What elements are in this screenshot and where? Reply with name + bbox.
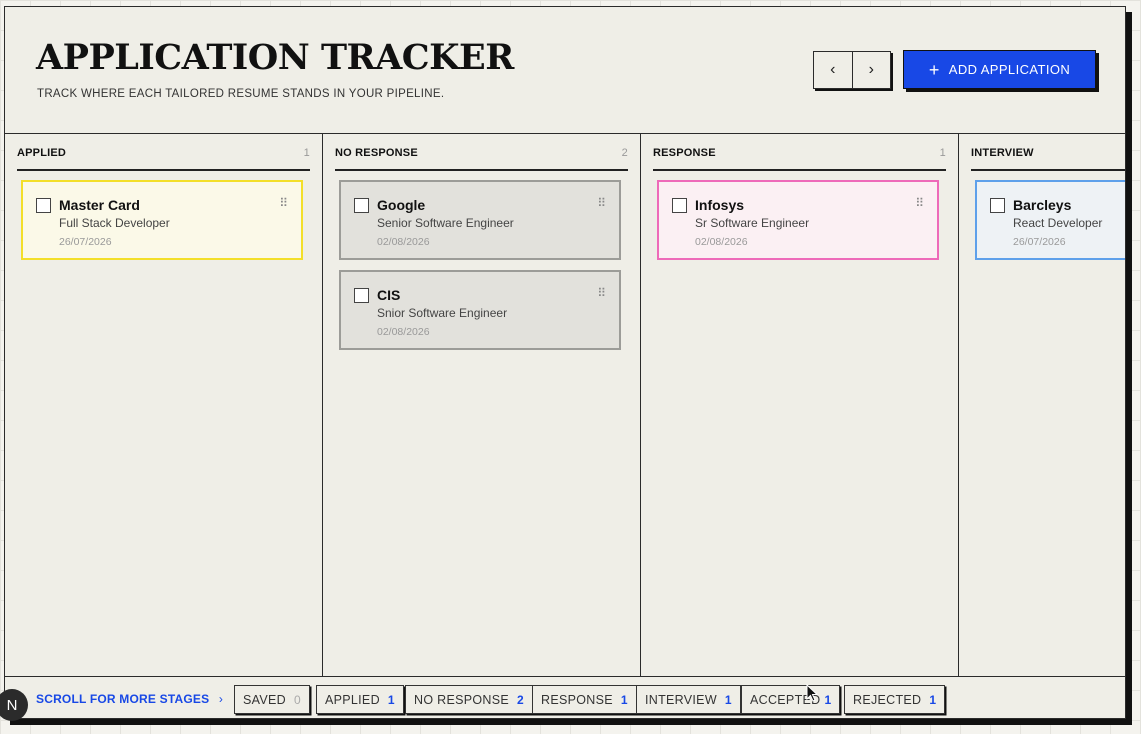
card-role: Sr Software Engineer (695, 216, 810, 230)
plus-icon: + (928, 59, 940, 80)
prev-stage-button[interactable]: ‹ (814, 52, 853, 88)
card-role: React Developer (1013, 216, 1103, 230)
application-card[interactable]: Barcleys React Developer 26/07/2026 ⠿ (975, 180, 1125, 260)
card-company: Infosys (695, 197, 745, 213)
stage-chip-applied[interactable]: APPLIED 1 (316, 685, 404, 714)
scroll-more-stages-link[interactable]: SCROLL FOR MORE STAGES › (36, 692, 223, 706)
select-checkbox[interactable] (354, 288, 369, 303)
drag-handle-icon[interactable]: ⠿ (597, 287, 606, 299)
chip-count: 2 (517, 692, 524, 707)
card-company: Google (377, 197, 426, 213)
select-checkbox[interactable] (672, 198, 687, 213)
chip-label: REJECTED (853, 692, 922, 707)
select-checkbox[interactable] (990, 198, 1005, 213)
column-count: 2 (621, 147, 628, 159)
column-response: RESPONSE 1 Infosys Sr Software Engineer … (641, 134, 959, 676)
column-count: 1 (939, 147, 946, 159)
stage-chip-rejected[interactable]: REJECTED 1 (844, 685, 946, 714)
select-checkbox[interactable] (36, 198, 51, 213)
card-date: 02/08/2026 (377, 236, 430, 248)
add-application-button[interactable]: + ADD APPLICATION (903, 50, 1096, 89)
page-header: APPLICATION TRACKER TRACK WHERE EACH TAI… (5, 7, 1125, 134)
card-date: 02/08/2026 (377, 326, 430, 338)
card-role: Senior Software Engineer (377, 216, 514, 230)
chip-label: SAVED (243, 692, 286, 707)
kanban-board: APPLIED 1 Master Card Full Stack Develop… (5, 134, 1125, 676)
stage-footer: SCROLL FOR MORE STAGES › SAVED 0 APPLIED… (5, 676, 1125, 718)
chip-count: 1 (724, 692, 732, 707)
chip-count: 0 (293, 692, 301, 707)
app-frame: APPLICATION TRACKER TRACK WHERE EACH TAI… (4, 6, 1126, 719)
chip-label: RESPONSE (541, 692, 613, 707)
next-stage-button[interactable]: › (853, 52, 891, 88)
drag-handle-icon[interactable]: ⠿ (597, 197, 606, 209)
card-company: Barcleys (1013, 197, 1072, 213)
page-subtitle: TRACK WHERE EACH TAILORED RESUME STANDS … (37, 88, 445, 100)
stage-chip-response[interactable]: RESPONSE 1 (532, 685, 637, 714)
column-title: APPLIED (17, 147, 67, 159)
column-applied: APPLIED 1 Master Card Full Stack Develop… (5, 134, 323, 676)
stage-chip-no-response[interactable]: NO RESPONSE 2 (405, 685, 533, 714)
application-card[interactable]: Infosys Sr Software Engineer 02/08/2026 … (657, 180, 939, 260)
add-application-label: ADD APPLICATION (948, 62, 1071, 77)
application-card[interactable]: Google Senior Software Engineer 02/08/20… (339, 180, 621, 260)
column-header: NO RESPONSE 2 (335, 147, 628, 171)
chip-count: 1 (824, 692, 832, 707)
chip-count: 1 (929, 692, 937, 707)
chip-count: 1 (387, 692, 395, 707)
column-interview: INTERVIEW Barcleys React Developer 26/07… (959, 134, 1125, 676)
chip-count: 1 (620, 692, 628, 707)
drag-handle-icon[interactable]: ⠿ (915, 197, 924, 209)
column-title: RESPONSE (653, 147, 716, 159)
application-card[interactable]: CIS Snior Software Engineer 02/08/2026 ⠿ (339, 270, 621, 350)
stage-chip-saved[interactable]: SAVED 0 (234, 685, 310, 714)
scroll-label: SCROLL FOR MORE STAGES (36, 692, 210, 706)
column-title: INTERVIEW (971, 147, 1034, 159)
column-header: APPLIED 1 (17, 147, 310, 171)
card-date: 26/07/2026 (1013, 236, 1066, 248)
application-card[interactable]: Master Card Full Stack Developer 26/07/2… (21, 180, 303, 260)
stage-chip-accepted[interactable]: ACCEPTED 1 (741, 685, 841, 714)
card-date: 02/08/2026 (695, 236, 748, 248)
card-company: Master Card (59, 197, 140, 213)
mouse-cursor-icon (806, 684, 819, 702)
column-count: 1 (303, 147, 310, 159)
column-title: NO RESPONSE (335, 147, 418, 159)
chip-label: INTERVIEW (645, 692, 717, 707)
column-header: INTERVIEW (971, 147, 1125, 171)
card-role: Snior Software Engineer (377, 306, 508, 320)
card-company: CIS (377, 287, 401, 303)
stage-nav: ‹ › (813, 51, 891, 89)
stage-chip-interview[interactable]: INTERVIEW 1 (636, 685, 741, 714)
chevron-right-icon: › (218, 692, 224, 706)
card-role: Full Stack Developer (59, 216, 170, 230)
chip-label: NO RESPONSE (414, 692, 509, 707)
page-title: APPLICATION TRACKER (36, 37, 514, 78)
column-no-response: NO RESPONSE 2 Google Senior Software Eng… (323, 134, 641, 676)
drag-handle-icon[interactable]: ⠿ (279, 197, 288, 209)
chip-label: APPLIED (325, 692, 380, 707)
chevron-left-icon: ‹ (830, 61, 836, 78)
select-checkbox[interactable] (354, 198, 369, 213)
column-header: RESPONSE 1 (653, 147, 946, 171)
card-date: 26/07/2026 (59, 236, 112, 248)
chevron-right-icon: › (868, 61, 874, 78)
